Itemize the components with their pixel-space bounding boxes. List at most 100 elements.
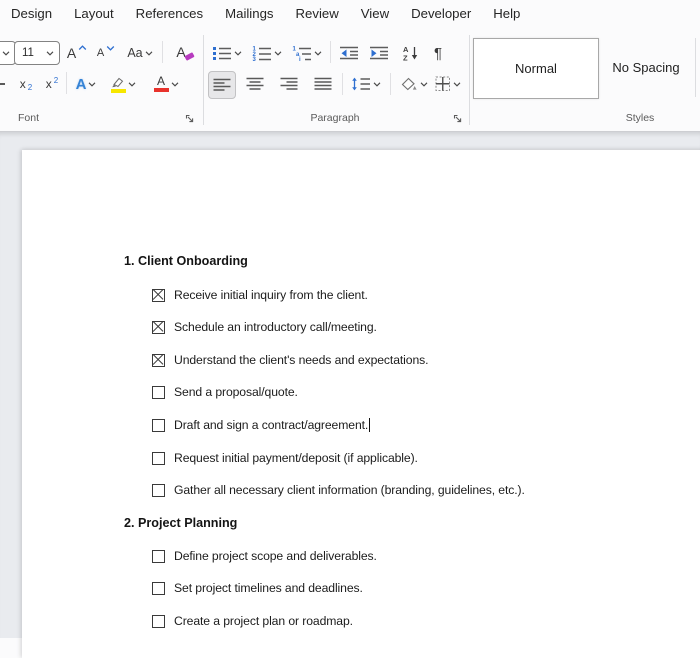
line-spacing-button[interactable] [348,71,384,97]
checklist-item-text: Draft and sign a contract/agreement. [174,418,369,432]
checklist-item[interactable]: Receive initial inquiry from the client. [152,287,368,303]
dialog-launcher-icon [453,114,462,123]
decrease-indent-button[interactable] [336,40,362,66]
highlighter-icon [110,76,126,93]
checklist-item[interactable]: Request initial payment/deposit (if appl… [152,450,418,466]
checklist-item[interactable]: Create a project plan or roadmap. [152,613,353,629]
tab-help[interactable]: Help [482,0,531,27]
chevron-down-icon [314,50,322,56]
strikethrough-button[interactable] [0,71,6,97]
tab-design[interactable]: Design [0,0,63,27]
show-formatting-marks-button[interactable]: ¶ [428,40,448,66]
checklist-item-text: Create a project plan or roadmap. [174,614,353,628]
justify-button[interactable] [310,71,336,97]
checklist-item-text: Schedule an introductory call/meeting. [174,320,377,334]
style-normal[interactable]: Normal [473,38,599,99]
checklist-item-text: Understand the client's needs and expect… [174,353,429,367]
align-left-button[interactable] [208,71,236,99]
tab-references[interactable]: References [125,0,214,27]
checkbox[interactable] [152,353,165,367]
font-dialog-launcher[interactable] [183,112,197,126]
styles-group-label: Styles [625,112,655,124]
pilcrow-icon: ¶ [433,44,443,62]
checklist-item[interactable]: Schedule an introductory call/meeting. [152,319,377,335]
checklist-item[interactable]: Understand the client's needs and expect… [152,352,429,368]
chevron-down-icon [453,81,461,87]
checkbox[interactable] [152,288,165,302]
increase-indent-icon [370,46,388,60]
checkbox[interactable] [152,614,165,628]
svg-text:Z: Z [403,54,408,62]
tab-mailings[interactable]: Mailings [214,0,284,27]
shrink-font-button[interactable]: A [93,40,119,66]
subscript-icon: x [19,77,26,91]
document-page[interactable]: 1. Client Onboarding Receive initial inq… [22,150,700,658]
change-case-icon: Aa [127,46,143,60]
borders-button[interactable] [432,71,464,97]
paint-bucket-icon [401,77,417,90]
grow-font-icon: A [66,45,77,61]
increase-indent-button[interactable] [366,40,392,66]
tab-review[interactable]: Review [285,0,350,27]
checkbox[interactable] [152,385,165,399]
bullets-button[interactable] [210,40,244,66]
font-color-button[interactable]: A [146,71,186,97]
chevron-down-icon [89,81,96,87]
checkbox[interactable] [152,581,165,595]
sort-button[interactable]: A Z [398,40,422,66]
numbering-icon: 123 [253,47,271,61]
checklist-item[interactable]: Send a proposal/quote. [152,384,298,400]
section-heading[interactable]: 2. Project Planning [124,515,237,531]
chevron-down-icon [171,81,178,87]
tab-layout[interactable]: Layout [63,0,125,27]
justify-icon [314,77,332,90]
style-no-spacing[interactable]: No Spacing [597,38,695,97]
checklist-item[interactable]: Set project timelines and deadlines. [152,580,363,596]
ribbon-tab-bar: Design Layout References Mailings Review… [0,0,700,27]
change-case-button[interactable]: Aa [121,40,159,66]
chevron-down-icon [234,50,242,56]
chevron-down-icon [274,50,282,56]
grow-font-button[interactable]: A [63,40,91,66]
font-size-select[interactable]: 11 [14,41,60,65]
shading-button[interactable] [396,71,432,97]
align-right-button[interactable] [276,71,302,97]
multilevel-list-icon: 1ai [293,47,311,61]
checkbox[interactable] [152,451,165,465]
checklist-item[interactable]: Gather all necessary client information … [152,482,525,498]
styles-group: Normal No Spacing Styles [470,27,700,131]
checklist-item-text: Set project timelines and deadlines. [174,581,363,595]
tab-developer[interactable]: Developer [400,0,482,27]
checklist-item-text: Define project scope and deliverables. [174,549,377,563]
checklist-item[interactable]: Draft and sign a contract/agreement. [152,417,371,433]
checkbox[interactable] [152,549,165,563]
checkbox[interactable] [152,320,165,334]
multilevel-list-button[interactable]: 1ai [290,40,324,66]
checklist-item-text: Gather all necessary client information … [174,483,525,497]
ribbon: 11 A A Aa A x 2 x 2 A A Font 1 2 3 1 a i… [0,27,700,132]
document-canvas: 1. Client Onboarding Receive initial inq… [0,132,700,658]
checklist-item[interactable]: Define project scope and deliverables. [152,548,377,564]
align-center-button[interactable] [242,71,268,97]
checkbox[interactable] [152,418,165,432]
clear-formatting-button[interactable]: A [167,40,195,66]
paragraph-group: 123 1ai A Z ¶ Paragraph [208,27,462,131]
shrink-font-icon: A [96,47,105,59]
text-highlight-button[interactable] [104,71,142,97]
superscript-button[interactable]: x 2 [40,71,64,97]
chevron-down-icon [145,50,153,56]
svg-text:3: 3 [253,57,257,61]
tab-view[interactable]: View [350,0,400,27]
bullets-icon [213,47,231,60]
align-left-icon [213,78,231,91]
checkbox[interactable] [152,483,165,497]
text-effects-button[interactable]: A [70,71,102,97]
svg-text:i: i [299,57,301,61]
numbering-button[interactable]: 123 [250,40,284,66]
subscript-button[interactable]: x 2 [14,71,38,97]
section-heading[interactable]: 1. Client Onboarding [124,253,248,269]
paragraph-dialog-launcher[interactable] [451,112,465,126]
checklist-item-text: Request initial payment/deposit (if appl… [174,451,418,465]
word-window: Design Layout References Mailings Review… [0,0,700,658]
chevron-down-icon [46,50,54,56]
